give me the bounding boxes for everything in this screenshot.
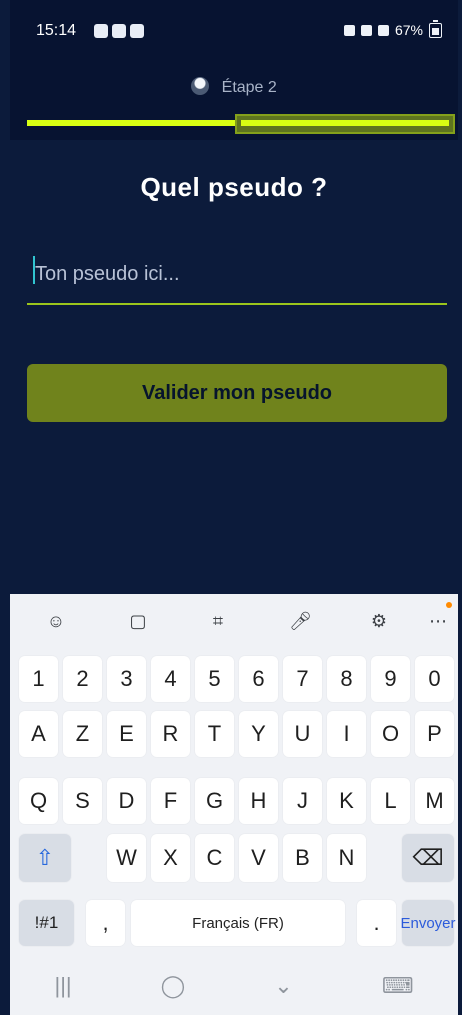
- key-1[interactable]: 1: [19, 656, 58, 702]
- key-8[interactable]: 8: [327, 656, 366, 702]
- page-title: Quel pseudo ?: [140, 172, 328, 202]
- signal-icon: [377, 24, 389, 36]
- emoji-icon[interactable]: ☺: [46, 611, 66, 631]
- stage-label-text: Étape 2: [221, 79, 277, 96]
- space-key[interactable]: Français (FR): [131, 900, 345, 946]
- shift-icon: ⇧: [35, 845, 55, 870]
- more-icon[interactable]: ⋯: [428, 611, 448, 631]
- text-cursor: [33, 256, 35, 284]
- recent-apps-icon[interactable]: |||: [55, 973, 72, 999]
- backspace-icon: ⌫: [412, 845, 444, 870]
- system-status: 67%: [343, 19, 442, 38]
- validate-pseudo-button[interactable]: Valider mon pseudo: [27, 364, 447, 422]
- key-t[interactable]: T: [195, 711, 234, 757]
- key-7[interactable]: 7: [283, 656, 322, 702]
- key-q[interactable]: Q: [19, 778, 58, 824]
- key-y[interactable]: Y: [239, 711, 278, 757]
- back-icon[interactable]: ⌄: [274, 973, 292, 999]
- soft-keyboard: ☺ ▢ ⌗ 🎤︎ ⚙ ⋯ 1 2 3 4 5 6 7 8 9 0 A Z E R…: [10, 594, 458, 1015]
- key-3[interactable]: 3: [107, 656, 146, 702]
- top-bar: 15:14 67% Étape 2: [10, 0, 458, 140]
- teams-icon: [130, 24, 144, 38]
- key-0[interactable]: 0: [415, 656, 454, 702]
- microphone-icon[interactable]: 🎤︎: [289, 611, 312, 631]
- key-2[interactable]: 2: [63, 656, 102, 702]
- key-a[interactable]: A: [19, 711, 58, 757]
- settings-icon[interactable]: ⚙: [369, 611, 389, 631]
- mute-icon: [360, 24, 372, 36]
- pseudo-field[interactable]: [27, 251, 447, 305]
- battery-text: 67%: [394, 22, 423, 38]
- progress-step-1: [27, 120, 235, 126]
- period-key[interactable]: .: [357, 900, 396, 946]
- key-r[interactable]: R: [151, 711, 190, 757]
- comma-key[interactable]: ,: [86, 900, 125, 946]
- home-icon[interactable]: ◯: [161, 973, 186, 999]
- send-key[interactable]: Envoyer: [400, 900, 456, 946]
- stage-indicator: Étape 2: [10, 77, 458, 97]
- key-f[interactable]: F: [151, 778, 190, 824]
- key-w[interactable]: W: [107, 834, 146, 882]
- symbols-key[interactable]: !#1: [19, 900, 74, 946]
- key-5[interactable]: 5: [195, 656, 234, 702]
- notification-icons: [94, 22, 144, 40]
- photo-icon: [94, 24, 108, 38]
- key-d[interactable]: D: [107, 778, 146, 824]
- key-n[interactable]: N: [327, 834, 366, 882]
- shift-key[interactable]: ⇧: [19, 834, 71, 882]
- sticker-icon[interactable]: ⌗: [208, 611, 228, 631]
- key-6[interactable]: 6: [239, 656, 278, 702]
- notification-dot: [446, 602, 452, 608]
- app-screen: 15:14 67% Étape 2 Quel pseudo ? Ton pseu…: [10, 0, 458, 1015]
- clipboard-icon[interactable]: ▢: [128, 611, 148, 631]
- key-v[interactable]: V: [239, 834, 278, 882]
- whatsapp-icon: [112, 24, 126, 38]
- keyboard-toolbar: ☺ ▢ ⌗ 🎤︎ ⚙ ⋯: [10, 594, 458, 649]
- battery-icon: [429, 19, 442, 38]
- pseudo-input[interactable]: [27, 251, 447, 297]
- progress-step-2: [235, 114, 455, 134]
- key-x[interactable]: X: [151, 834, 190, 882]
- key-p[interactable]: P: [415, 711, 454, 757]
- key-9[interactable]: 9: [371, 656, 410, 702]
- status-time: 15:14: [36, 22, 77, 39]
- keyboard-icon[interactable]: ⌨: [382, 973, 414, 999]
- navigation-bar: ||| ◯ ⌄ ⌨: [10, 956, 458, 1015]
- backspace-key[interactable]: ⌫: [402, 834, 454, 882]
- key-e[interactable]: E: [107, 711, 146, 757]
- key-k[interactable]: K: [327, 778, 366, 824]
- key-s[interactable]: S: [63, 778, 102, 824]
- key-u[interactable]: U: [283, 711, 322, 757]
- key-j[interactable]: J: [283, 778, 322, 824]
- key-i[interactable]: I: [327, 711, 366, 757]
- avatar: [191, 77, 210, 95]
- alarm-icon: [343, 24, 355, 36]
- key-4[interactable]: 4: [151, 656, 190, 702]
- key-z[interactable]: Z: [63, 711, 102, 757]
- key-b[interactable]: B: [283, 834, 322, 882]
- key-m[interactable]: M: [415, 778, 454, 824]
- key-c[interactable]: C: [195, 834, 234, 882]
- key-o[interactable]: O: [371, 711, 410, 757]
- key-l[interactable]: L: [371, 778, 410, 824]
- key-g[interactable]: G: [195, 778, 234, 824]
- key-h[interactable]: H: [239, 778, 278, 824]
- status-bar: 15:14 67%: [10, 0, 458, 66]
- input-underline: [27, 303, 447, 305]
